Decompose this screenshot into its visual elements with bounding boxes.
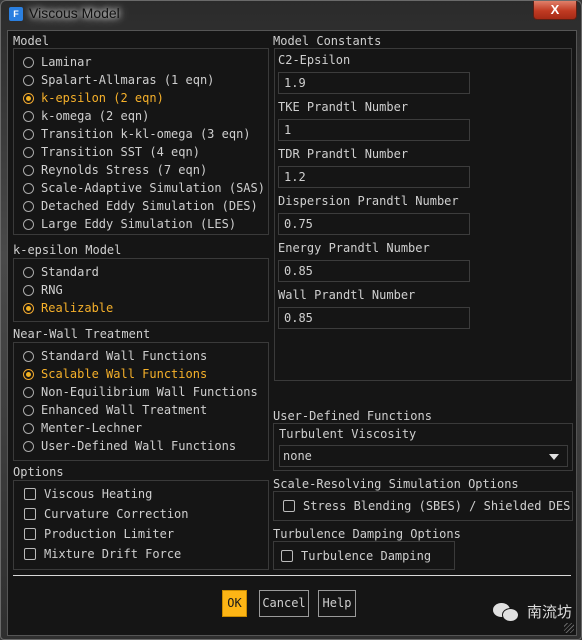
damping-group: Turbulence Damping <box>273 541 455 570</box>
radio-realizable[interactable]: Realizable <box>23 299 113 317</box>
radio-icon <box>23 440 34 452</box>
radio-icon <box>23 128 34 140</box>
checkbox-icon <box>24 508 36 520</box>
radio-menter-lechner[interactable]: Menter-Lechner <box>23 419 142 437</box>
model-group-label: Model <box>13 34 50 48</box>
radio-transition-k-kl-omega[interactable]: Transition k-kl-omega (3 eqn) <box>23 125 251 143</box>
checkbox-stress-blending[interactable]: Stress Blending (SBES) / Shielded DES <box>283 497 570 515</box>
radio-laminar[interactable]: Laminar <box>23 53 92 71</box>
radio-enhanced-wall-treatment[interactable]: Enhanced Wall Treatment <box>23 401 207 419</box>
help-button[interactable]: Help <box>318 590 356 617</box>
radio-icon <box>23 146 34 158</box>
radio-selected-icon <box>23 302 34 314</box>
wall-prandtl-label: Wall Prandtl Number <box>278 288 416 302</box>
cancel-button[interactable]: Cancel <box>259 590 309 617</box>
radio-user-defined-wall-functions[interactable]: User-Defined Wall Functions <box>23 437 236 455</box>
checkbox-curvature-correction[interactable]: Curvature Correction <box>24 505 189 523</box>
viscous-model-dialog: F Viscous Model X Model Laminar Spalart-… <box>0 0 582 640</box>
radio-icon <box>23 74 34 86</box>
checkbox-production-limiter[interactable]: Production Limiter <box>24 525 174 543</box>
close-button[interactable]: X <box>533 1 577 20</box>
ok-button[interactable]: OK <box>222 590 247 617</box>
udf-group: Turbulent Viscosity none <box>273 423 573 471</box>
radio-standard-wall-functions[interactable]: Standard Wall Functions <box>23 347 207 365</box>
energy-prandtl-label: Energy Prandtl Number <box>278 241 430 255</box>
radio-icon <box>23 284 34 296</box>
radio-icon <box>23 164 34 176</box>
radio-scalable-wall-functions[interactable]: Scalable Wall Functions <box>23 365 207 383</box>
window-title: Viscous Model <box>29 5 120 21</box>
radio-icon <box>23 386 34 398</box>
energy-prandtl-field[interactable] <box>278 260 470 282</box>
radio-k-epsilon[interactable]: k-epsilon (2 eqn) <box>23 89 164 107</box>
radio-les[interactable]: Large Eddy Simulation (LES) <box>23 215 236 233</box>
wall-prandtl-field[interactable] <box>278 307 470 329</box>
radio-standard[interactable]: Standard <box>23 263 99 281</box>
model-constants-group-label: Model Constants <box>273 34 382 48</box>
srs-group: Stress Blending (SBES) / Shielded DES <box>273 491 573 521</box>
watermark-text: 南流坊 <box>527 603 573 621</box>
checkbox-icon <box>24 528 36 540</box>
resize-grip[interactable] <box>564 623 574 633</box>
near-wall-group: Standard Wall Functions Scalable Wall Fu… <box>13 342 269 461</box>
radio-icon <box>23 56 34 68</box>
title-bar[interactable]: F Viscous Model X <box>1 1 581 29</box>
dispersion-prandtl-label: Dispersion Prandtl Number <box>278 194 459 208</box>
tdr-prandtl-field[interactable] <box>278 166 470 188</box>
tdr-prandtl-label: TDR Prandtl Number <box>278 147 409 161</box>
checkbox-icon <box>24 548 36 560</box>
near-wall-group-label: Near-Wall Treatment <box>13 327 151 341</box>
checkbox-icon <box>281 550 293 562</box>
watermark: 南流坊 <box>493 601 572 622</box>
radio-selected-icon <box>23 92 34 104</box>
tke-prandtl-label: TKE Prandtl Number <box>278 100 409 114</box>
checkbox-mixture-drift-force[interactable]: Mixture Drift Force <box>24 545 181 563</box>
radio-non-equilibrium-wall-functions[interactable]: Non-Equilibrium Wall Functions <box>23 383 258 401</box>
radio-spalart-allmaras[interactable]: Spalart-Allmaras (1 eqn) <box>23 71 214 89</box>
srs-group-label: Scale-Resolving Simulation Options <box>273 477 519 491</box>
udf-group-label: User-Defined Functions <box>273 409 432 423</box>
tke-prandtl-field[interactable] <box>278 119 470 141</box>
dispersion-prandtl-field[interactable] <box>278 213 470 235</box>
damping-group-label: Turbulence Damping Options <box>273 527 461 541</box>
dropdown-value: none <box>283 449 312 463</box>
chevron-down-icon <box>549 454 559 460</box>
separator <box>13 575 571 576</box>
checkbox-icon <box>24 488 36 500</box>
turbulent-viscosity-dropdown[interactable]: none <box>279 445 568 467</box>
c2-epsilon-label: C2-Epsilon <box>278 53 351 67</box>
model-constants-group: C2-Epsilon TKE Prandtl Number TDR Prandt… <box>274 48 572 381</box>
dialog-body: Model Laminar Spalart-Allmaras (1 eqn) k… <box>7 30 577 636</box>
radio-icon <box>23 182 34 194</box>
c2-epsilon-field[interactable] <box>278 72 470 94</box>
checkbox-viscous-heating[interactable]: Viscous Heating <box>24 485 152 503</box>
radio-icon <box>23 266 34 278</box>
radio-icon <box>23 218 34 230</box>
options-group-label: Options <box>13 465 64 479</box>
radio-icon <box>23 404 34 416</box>
radio-rng[interactable]: RNG <box>23 281 63 299</box>
radio-selected-icon <box>23 368 34 380</box>
radio-icon <box>23 422 34 434</box>
radio-reynolds-stress[interactable]: Reynolds Stress (7 eqn) <box>23 161 207 179</box>
close-icon: X <box>550 2 560 17</box>
radio-k-omega[interactable]: k-omega (2 eqn) <box>23 107 149 125</box>
options-group: Viscous Heating Curvature Correction Pro… <box>13 480 269 570</box>
radio-icon <box>23 350 34 362</box>
model-group: Laminar Spalart-Allmaras (1 eqn) k-epsil… <box>13 48 269 235</box>
radio-icon <box>23 110 34 122</box>
checkbox-icon <box>283 500 295 512</box>
ke-model-group-label: k-epsilon Model <box>13 243 122 257</box>
turbulent-viscosity-label: Turbulent Viscosity <box>279 427 417 441</box>
fluent-app-icon: F <box>9 7 23 21</box>
ke-model-group: Standard RNG Realizable <box>13 258 269 322</box>
wechat-icon <box>493 602 519 622</box>
checkbox-turbulence-damping[interactable]: Turbulence Damping <box>281 547 431 565</box>
radio-icon <box>23 200 34 212</box>
radio-sas[interactable]: Scale-Adaptive Simulation (SAS) <box>23 179 265 197</box>
radio-transition-sst[interactable]: Transition SST (4 eqn) <box>23 143 200 161</box>
radio-des[interactable]: Detached Eddy Simulation (DES) <box>23 197 258 215</box>
